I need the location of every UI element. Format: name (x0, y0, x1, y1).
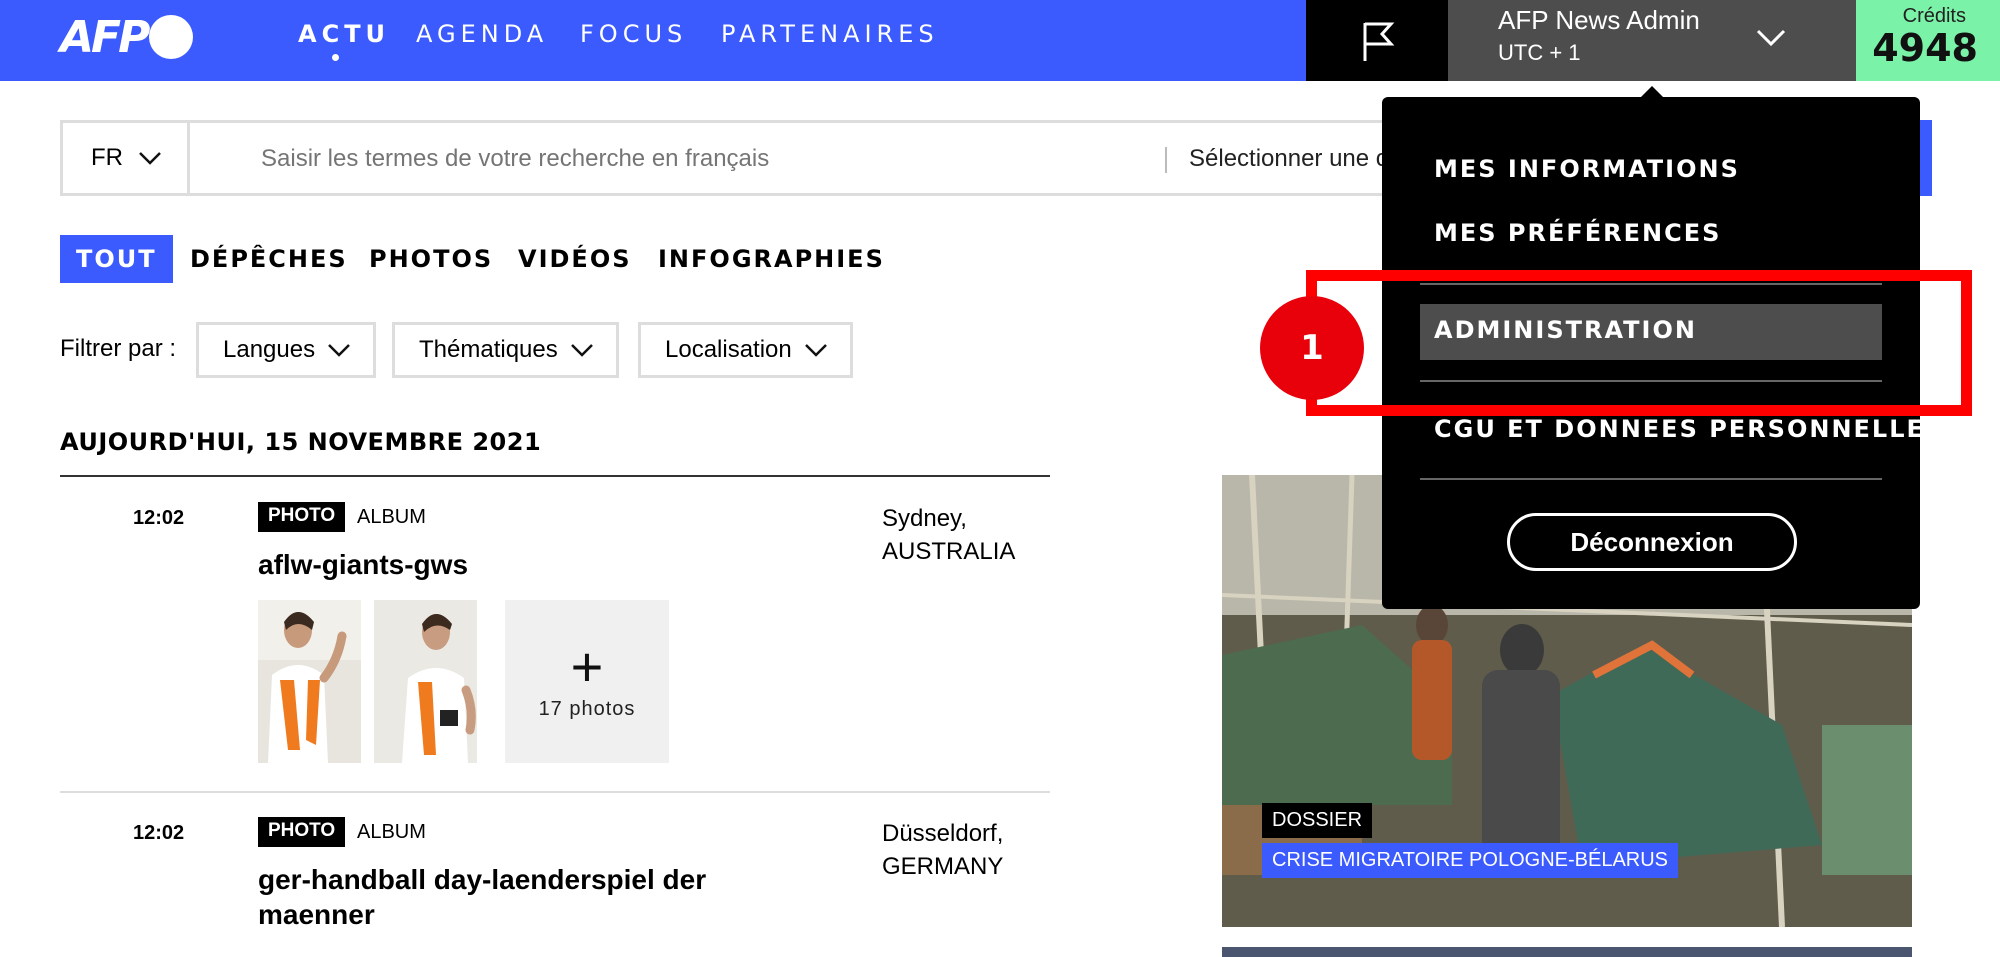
photo-thumbnail[interactable] (258, 600, 361, 763)
user-timezone: UTC + 1 (1498, 40, 1581, 65)
nav-agenda[interactable]: AGENDA (416, 20, 548, 48)
search-input[interactable] (261, 145, 1141, 173)
item-title[interactable]: aflw-giants-gws (258, 547, 758, 582)
next-feature-image[interactable] (1222, 947, 1912, 957)
plus-icon: + (570, 635, 604, 698)
chevron-down-icon (328, 344, 350, 357)
logo-circle (149, 15, 194, 59)
type-badge: PHOTO (258, 817, 346, 847)
menu-item-cgu[interactable]: CGU ET DONNEES PERSONNELLES (1434, 415, 1944, 443)
chevron-down-icon (570, 344, 593, 357)
annotation-step-marker: 1 (1260, 296, 1364, 400)
more-photos-count: 17 photos (538, 698, 636, 720)
filter-thematiques-label: Thématiques (419, 336, 558, 363)
credits-label: Crédits (1902, 5, 1966, 27)
date-heading: AUJOURD'HUI, 15 NOVEMBRE 2021 (60, 428, 542, 456)
filter-localisation[interactable]: Localisation (638, 322, 853, 378)
flag-button[interactable] (1306, 0, 1448, 81)
subtype-label: ALBUM (357, 821, 426, 843)
item-time: 12:02 (133, 822, 185, 844)
active-nav-indicator (332, 54, 339, 61)
menu-item-mes-preferences[interactable]: MES PRÉFÉRENCES (1434, 219, 1721, 247)
tab-depeches[interactable]: DÉPÊCHES (190, 235, 348, 283)
filter-localisation-label: Localisation (665, 336, 792, 363)
tab-videos[interactable]: VIDÉOS (518, 235, 632, 283)
annotation-highlight-box (1306, 270, 1972, 416)
tab-photos[interactable]: PHOTOS (369, 235, 493, 283)
athlete-photo (374, 600, 477, 763)
item-location: Düsseldorf, GERMANY (882, 817, 1003, 883)
location-country: GERMANY (882, 853, 1004, 880)
subtype-label: ALBUM (357, 506, 426, 528)
filter-label: Filtrer par : (60, 335, 177, 362)
top-navigation-bar: AFP ACTU AGENDA FOCUS PARTENAIRES AFP Ne… (0, 0, 2000, 81)
credits-panel: Crédits 4948 (1856, 0, 2000, 81)
logout-button[interactable]: Déconnexion (1507, 513, 1797, 571)
user-menu-toggle[interactable]: AFP News Admin UTC + 1 (1448, 0, 1856, 81)
location-city: Sydney, (882, 505, 967, 532)
athlete-photo (258, 600, 361, 763)
filter-thematiques[interactable]: Thématiques (392, 322, 619, 378)
category-select[interactable]: Sélectionner une c (1189, 145, 1388, 173)
location-country: AUSTRALIA (882, 538, 1016, 565)
credits-value: 4948 (1872, 26, 1978, 70)
topic-badge[interactable]: CRISE MIGRATOIRE POLOGNE-BÉLARUS (1262, 843, 1679, 878)
filter-langues[interactable]: Langues (196, 322, 377, 378)
logo-text: AFP (60, 11, 150, 63)
chevron-down-icon (1756, 29, 1786, 47)
menu-divider (1420, 478, 1882, 480)
search-separator (1165, 147, 1167, 173)
location-city: Düsseldorf, (882, 820, 1004, 847)
chevron-down-icon (139, 152, 161, 165)
divider (60, 475, 1050, 477)
more-photos-tile[interactable]: + 17 photos (505, 600, 669, 763)
chevron-down-icon (804, 344, 827, 357)
user-name: AFP News Admin (1498, 5, 1700, 35)
item-title[interactable]: ger-handball day-laenderspiel der maenne… (258, 862, 758, 932)
tab-tout[interactable]: TOUT (60, 235, 173, 283)
item-location: Sydney, AUSTRALIA (882, 502, 1015, 568)
flag-icon (1363, 22, 1395, 61)
photo-thumbnail[interactable] (374, 600, 477, 763)
language-select[interactable]: FR (63, 123, 190, 193)
language-value: FR (91, 144, 123, 171)
nav-focus[interactable]: FOCUS (580, 20, 687, 48)
nav-partenaires[interactable]: PARTENAIRES (721, 20, 939, 48)
dossier-badge: DOSSIER (1262, 803, 1373, 838)
nav-actu[interactable]: ACTU (298, 20, 390, 48)
type-badge: PHOTO (258, 502, 346, 532)
item-time: 12:02 (133, 507, 185, 529)
afp-logo[interactable]: AFP (60, 11, 194, 63)
divider (60, 791, 1050, 793)
tab-infographies[interactable]: INFOGRAPHIES (658, 235, 885, 283)
menu-item-mes-informations[interactable]: MES INFORMATIONS (1434, 155, 1740, 183)
filter-langues-label: Langues (223, 336, 316, 363)
